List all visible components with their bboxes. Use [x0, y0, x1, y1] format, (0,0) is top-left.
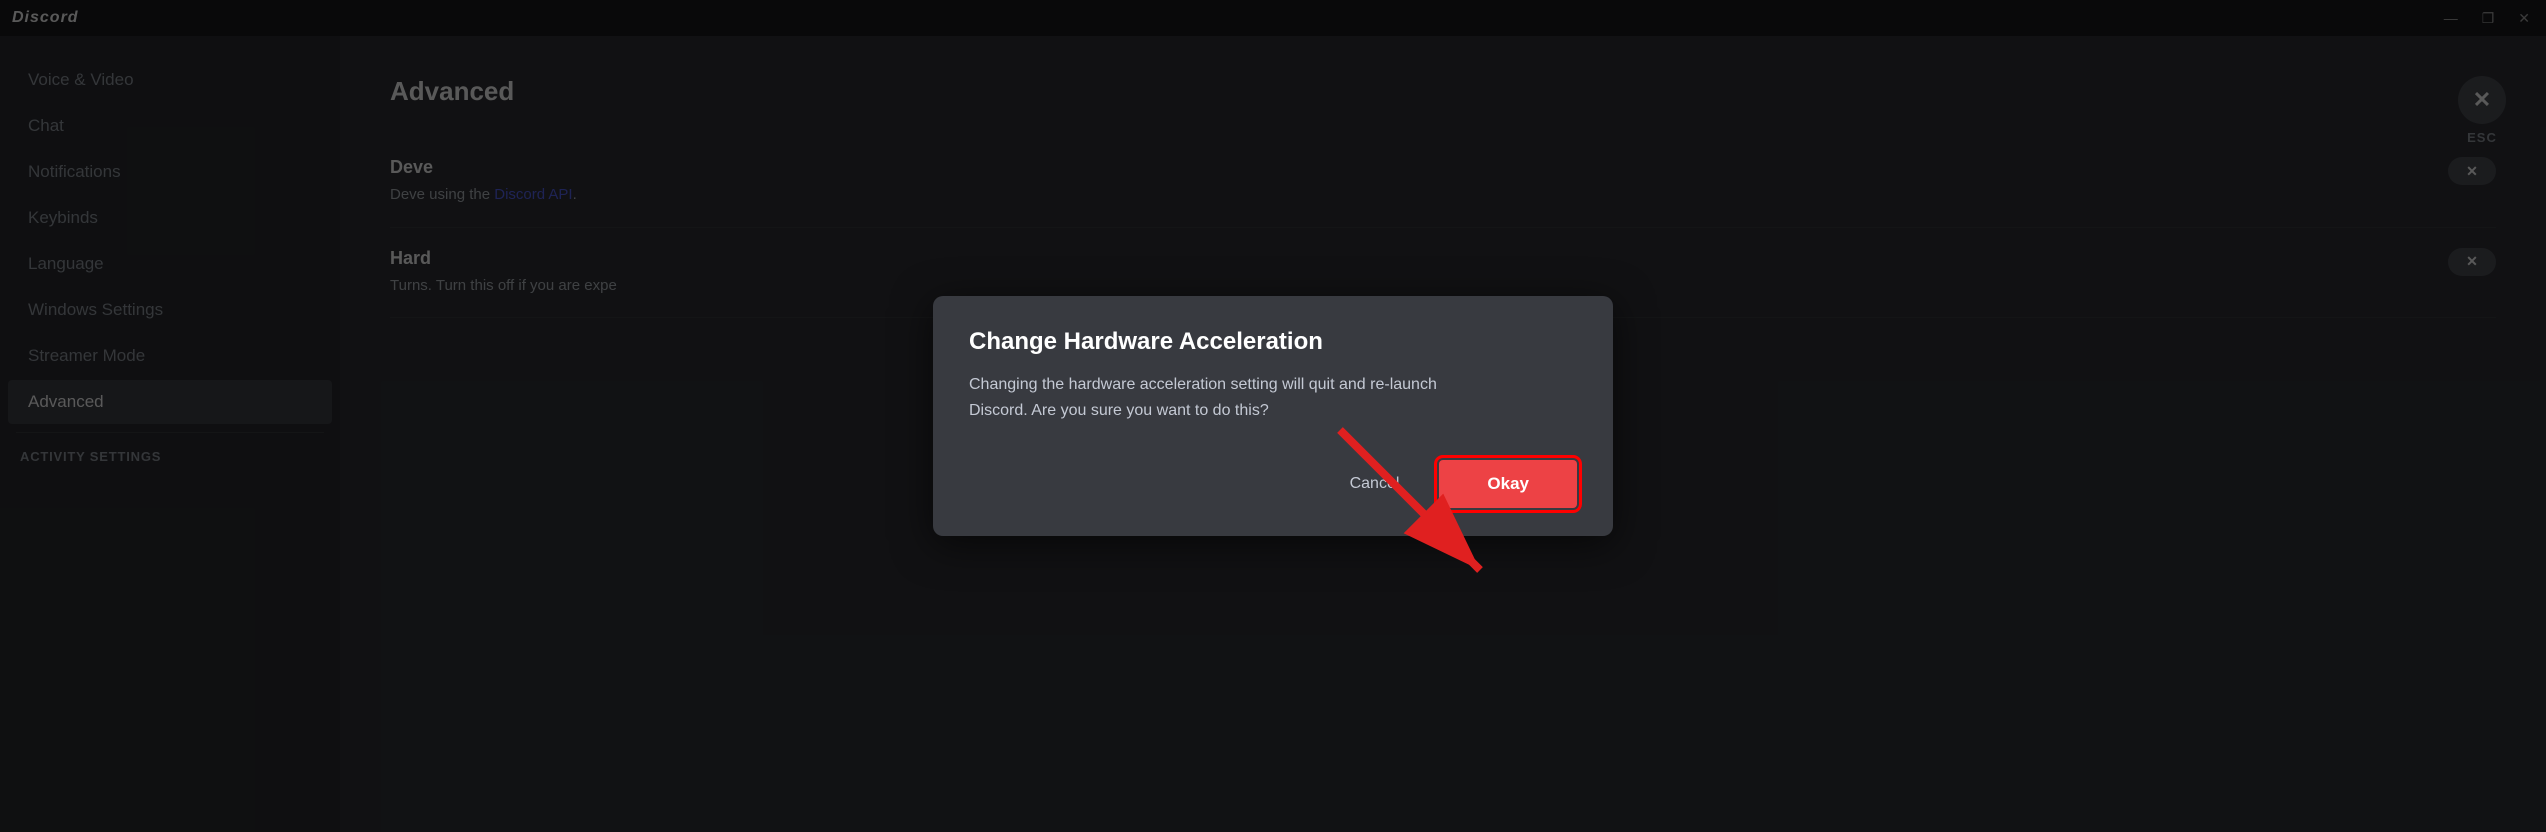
hardware-accel-dialog: Change Hardware Acceleration Changing th…	[933, 296, 1613, 535]
okay-button[interactable]: Okay	[1439, 460, 1577, 508]
dialog-body: Changing the hardware acceleration setti…	[969, 372, 1577, 423]
dialog-buttons: Cancel Okay	[969, 460, 1577, 508]
cancel-button[interactable]: Cancel	[1330, 463, 1420, 505]
dialog-title: Change Hardware Acceleration	[969, 328, 1577, 356]
modal-overlay: Change Hardware Acceleration Changing th…	[0, 0, 2546, 832]
